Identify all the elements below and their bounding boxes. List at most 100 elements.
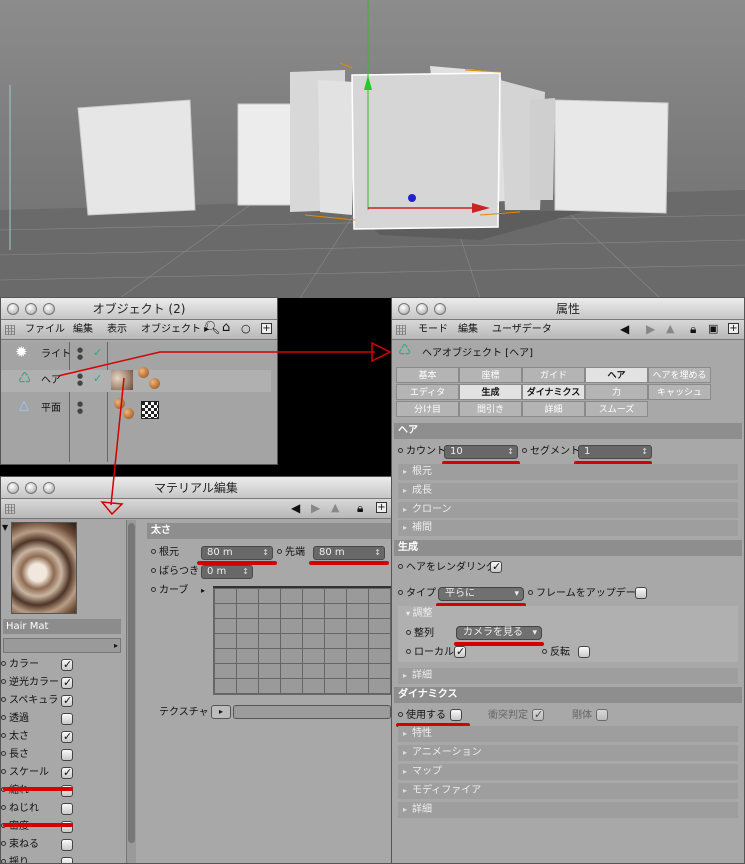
section-generate[interactable]: 生成 <box>394 540 742 556</box>
use-dynamics-checkbox[interactable] <box>450 709 462 721</box>
subgroup-root[interactable]: 根元 <box>398 464 738 480</box>
subgroup-modifiers[interactable]: モディファイア <box>398 783 738 799</box>
tab-coordinates[interactable]: 座標 <box>459 367 522 383</box>
zoom-button[interactable] <box>43 303 55 315</box>
object-row-light[interactable]: ✹ ライト ● ● ✓ <box>1 344 271 366</box>
material-sphere-icon[interactable] <box>149 378 160 389</box>
curve-expand-icon[interactable]: ▸ <box>201 585 205 597</box>
tab-editor[interactable]: エディタ <box>396 384 459 400</box>
texture-expand-button[interactable]: ▸ <box>211 705 231 719</box>
rigid-checkbox[interactable] <box>596 709 608 721</box>
tab-detail[interactable]: 詳細 <box>522 401 585 417</box>
tab-hair[interactable]: ヘア <box>585 367 648 383</box>
minimize-button[interactable] <box>25 303 37 315</box>
3d-viewport[interactable] <box>0 0 745 298</box>
tab-guides[interactable]: ガイド <box>522 367 585 383</box>
forward-arrow-icon[interactable]: ▶ <box>311 502 320 514</box>
variation-field[interactable]: 0 m <box>201 565 253 579</box>
search-icon[interactable]: 🔍︎ <box>204 322 221 335</box>
channel-checkbox[interactable] <box>61 766 73 779</box>
enabled-check-icon[interactable]: ✓ <box>93 373 102 385</box>
tab-smooth[interactable]: スムーズ <box>585 401 648 417</box>
material-editor-titlebar[interactable]: マテリアル編集 <box>1 477 391 499</box>
visibility-dots[interactable]: ● ● <box>77 401 83 415</box>
curve-graph[interactable] <box>213 586 391 695</box>
menu-view[interactable]: 表示 <box>107 324 127 336</box>
channel-item[interactable]: ねじれ <box>1 801 125 818</box>
tab-fill-hair[interactable]: ヘアを埋める <box>648 367 711 383</box>
root-thickness-field[interactable]: 80 m <box>201 546 273 560</box>
minimize-button[interactable] <box>416 303 428 315</box>
forward-arrow-icon[interactable]: ▶ <box>646 323 655 335</box>
object-row-plane[interactable]: △ 平面 ● ● <box>1 398 271 420</box>
subgroup-maps[interactable]: マップ <box>398 764 738 780</box>
new-panel-icon[interactable]: + <box>376 502 387 513</box>
checker-texture-tag-icon[interactable] <box>141 401 159 419</box>
tab-dynamics[interactable]: ダイナミクス <box>522 384 585 400</box>
menu-objects[interactable]: オブジェクト ▸ <box>141 324 209 336</box>
channel-checkbox[interactable] <box>61 676 73 689</box>
channel-checkbox[interactable] <box>61 730 73 743</box>
new-panel-icon[interactable]: + <box>261 323 272 334</box>
channel-item[interactable]: 密度 <box>1 819 125 836</box>
minimize-button[interactable] <box>25 482 37 494</box>
render-hair-checkbox[interactable] <box>490 560 502 573</box>
channel-checkbox[interactable] <box>61 803 73 815</box>
subgroup-animation[interactable]: アニメーション <box>398 745 738 761</box>
menu-edit[interactable]: 編集 <box>458 324 478 336</box>
type-dropdown[interactable]: 平らに <box>438 587 524 601</box>
flip-checkbox[interactable] <box>578 646 590 658</box>
channel-item[interactable]: 揺り <box>1 855 125 863</box>
object-manager-titlebar[interactable]: オブジェクト (2) <box>1 298 277 320</box>
local-checkbox[interactable] <box>454 645 466 658</box>
attributes-titlebar[interactable]: 属性 <box>392 298 744 320</box>
subgroup-properties[interactable]: 特性 <box>398 726 738 742</box>
tab-cache[interactable]: キャッシュ <box>648 384 711 400</box>
lock-icon[interactable]: 🔒︎ <box>690 323 696 335</box>
zoom-button[interactable] <box>43 482 55 494</box>
home-icon[interactable]: ⌂ <box>222 321 230 334</box>
material-preview[interactable] <box>11 522 77 614</box>
visibility-dots[interactable]: ● ● <box>77 347 83 361</box>
channel-item[interactable]: 逆光カラー <box>1 675 125 692</box>
channel-item[interactable]: 透過 <box>1 711 125 728</box>
object-row-hair[interactable]: ♺ ヘア ● ● ✓ <box>1 367 271 392</box>
settings-icon[interactable]: ▣ <box>708 323 718 335</box>
section-dynamics[interactable]: ダイナミクス <box>394 687 742 703</box>
channel-checkbox[interactable] <box>61 713 73 725</box>
new-panel-icon[interactable]: + <box>728 323 739 334</box>
texture-slot[interactable] <box>233 705 391 719</box>
hair-material-tag-icon[interactable] <box>111 370 133 390</box>
channel-checkbox[interactable] <box>61 857 73 863</box>
tab-forces[interactable]: 力 <box>585 384 648 400</box>
up-arrow-icon[interactable]: ▲ <box>666 323 674 335</box>
channel-checkbox[interactable] <box>61 694 73 707</box>
frame-update-checkbox[interactable] <box>635 587 647 599</box>
subgroup-growth[interactable]: 成長 <box>398 483 738 499</box>
tab-generate[interactable]: 生成 <box>459 384 522 400</box>
back-arrow-icon[interactable]: ◀ <box>291 502 300 514</box>
channel-item[interactable]: 長さ <box>1 747 125 764</box>
section-hair[interactable]: ヘア <box>394 423 742 439</box>
subgroup-clone[interactable]: クローン <box>398 502 738 518</box>
menu-user-data[interactable]: ユーザデータ <box>492 324 552 336</box>
tab-parting[interactable]: 分け目 <box>396 401 459 417</box>
tab-basic[interactable]: 基本 <box>396 367 459 383</box>
material-sphere-icon[interactable] <box>138 367 149 378</box>
scrollbar[interactable] <box>126 520 136 863</box>
subgroup-detail[interactable]: 詳細 <box>398 668 738 684</box>
up-arrow-icon[interactable]: ▲ <box>331 502 339 514</box>
channel-item[interactable]: スケール <box>1 765 125 782</box>
channel-item[interactable]: 束ねる <box>1 837 125 854</box>
subgroup-interpolation[interactable]: 補間 <box>398 520 738 536</box>
back-arrow-icon[interactable]: ◀ <box>620 323 629 335</box>
count-field[interactable]: 10 <box>444 445 518 459</box>
close-button[interactable] <box>7 482 19 494</box>
menu-mode[interactable]: モード <box>418 324 448 336</box>
align-dropdown[interactable]: カメラを見る <box>456 626 542 640</box>
material-options-bar[interactable]: ▸ <box>3 638 121 653</box>
eye-icon[interactable]: ○ <box>241 323 251 335</box>
tab-cull[interactable]: 間引き <box>459 401 522 417</box>
channel-item[interactable]: スペキュラ <box>1 693 125 710</box>
collision-checkbox[interactable] <box>532 708 544 721</box>
